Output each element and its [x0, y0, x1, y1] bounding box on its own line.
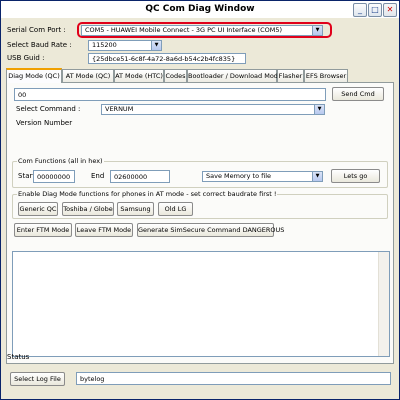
- enable-diag-group: Enable Diag Mode functions for phones in…: [12, 190, 388, 219]
- baud-rate-select[interactable]: 115200 ▼: [88, 40, 162, 51]
- com-functions-label: Com Functions (all in hex): [17, 157, 104, 165]
- tab-at-mode-htc[interactable]: AT Mode (HTC): [114, 69, 164, 82]
- usb-guid-label: USB Guid :: [7, 54, 45, 62]
- end-label: End: [91, 172, 105, 180]
- tab-codes[interactable]: Codes: [164, 69, 187, 82]
- close-button[interactable]: ✕: [383, 3, 397, 17]
- generic-qc-button[interactable]: Generic QC: [18, 202, 58, 216]
- toshiba-globe-button[interactable]: Toshiba / Globe: [62, 202, 114, 216]
- enter-ftm-mode-button[interactable]: Enter FTM Mode: [14, 223, 72, 237]
- window-client-area: Serial Com Port : COM5 - HUAWEI Mobile C…: [1, 18, 399, 399]
- command-input[interactable]: 00: [14, 88, 326, 101]
- tab-diag-mode-qc[interactable]: Diag Mode (QC): [6, 68, 62, 83]
- chevron-down-icon[interactable]: ▼: [314, 105, 324, 114]
- tab-at-mode-qc[interactable]: AT Mode (QC): [62, 69, 114, 82]
- chevron-down-icon[interactable]: ▼: [312, 172, 322, 181]
- baud-rate-label: Select Baud Rate :: [7, 41, 72, 49]
- start-field[interactable]: 00000000: [33, 170, 75, 183]
- tab-bootloader-download-mode[interactable]: Bootloader / Download Mode: [187, 69, 282, 82]
- serial-com-port-select[interactable]: COM5 - HUAWEI Mobile Connect - 3G PC UI …: [81, 25, 323, 36]
- chevron-down-icon[interactable]: ▼: [151, 41, 161, 50]
- version-number-label: Version Number: [16, 119, 73, 127]
- maximize-button[interactable]: □: [368, 3, 382, 17]
- select-command-label: Select Command :: [16, 105, 81, 113]
- usb-guid-field[interactable]: {25dbce51-6c8f-4a72-8a6d-b54c2b4fc835}: [88, 53, 246, 64]
- status-label: Status: [7, 353, 30, 361]
- tab-efs-browser[interactable]: EFS Browser: [304, 69, 348, 82]
- qc-com-diag-window: QC Com Diag Window _ □ ✕ Serial Com Port…: [0, 0, 400, 400]
- end-field[interactable]: 02600000: [110, 170, 170, 183]
- tab-flasher[interactable]: Flasher: [277, 69, 304, 82]
- leave-ftm-mode-button[interactable]: Leave FTM Mode: [75, 223, 133, 237]
- generate-simsecure-button[interactable]: Generate SimSecure Command DANGEROUS: [137, 223, 284, 237]
- serial-com-port-label: Serial Com Port :: [7, 26, 66, 34]
- serial-com-port-value: COM5 - HUAWEI Mobile Connect - 3G PC UI …: [85, 26, 283, 34]
- log-file-field[interactable]: bytelog: [76, 372, 391, 385]
- select-log-file-button[interactable]: Select Log File: [10, 372, 65, 386]
- memory-action-select[interactable]: Save Memory to file ▼: [202, 171, 323, 182]
- title-bar: QC Com Diag Window _ □ ✕: [1, 1, 399, 18]
- window-title: QC Com Diag Window: [145, 4, 255, 14]
- send-cmd-button[interactable]: Send Cmd: [332, 87, 384, 101]
- baud-rate-value: 115200: [92, 41, 117, 49]
- lets-go-button[interactable]: Lets go: [331, 169, 380, 183]
- memory-action-value: Save Memory to file: [206, 172, 272, 180]
- samsung-button[interactable]: Samsung: [117, 202, 154, 216]
- old-lg-button[interactable]: Old LG: [158, 202, 193, 216]
- select-command-value: VERNUM: [105, 105, 134, 113]
- minimize-button[interactable]: _: [353, 3, 367, 17]
- enable-diag-label: Enable Diag Mode functions for phones in…: [17, 190, 278, 198]
- chevron-down-icon[interactable]: ▼: [312, 26, 322, 35]
- diag-mode-panel: 00 Send Cmd Select Command : VERNUM ▼ Ve…: [6, 82, 394, 364]
- com-functions-group: Com Functions (all in hex) Start 0000000…: [12, 157, 388, 188]
- vertical-scrollbar[interactable]: [378, 252, 389, 356]
- output-log-area[interactable]: [12, 251, 390, 357]
- select-command-select[interactable]: VERNUM ▼: [101, 104, 325, 115]
